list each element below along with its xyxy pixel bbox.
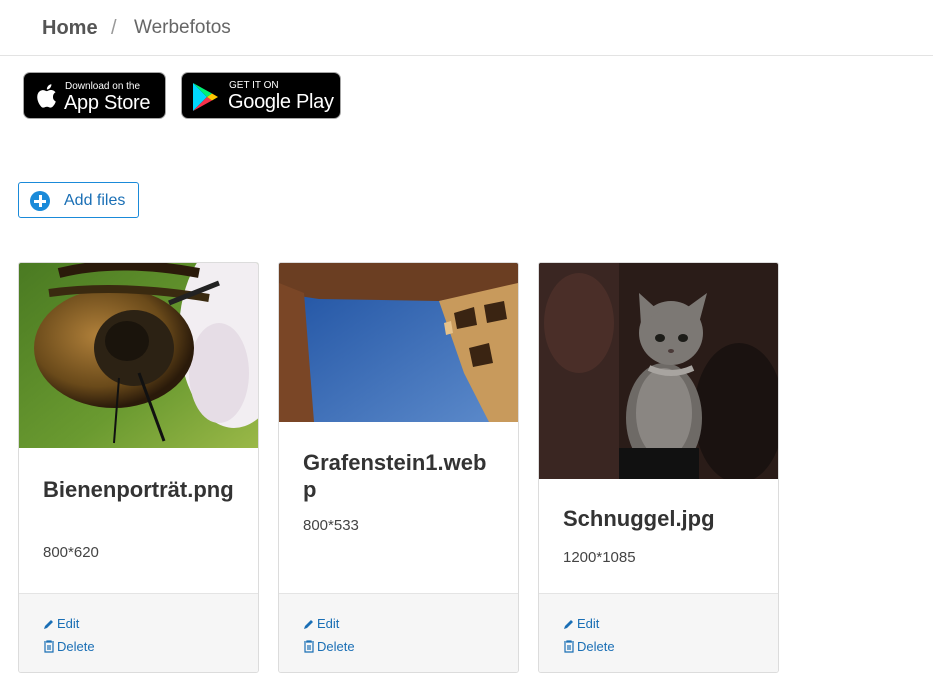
breadcrumb-separator: / [111,17,117,39]
google-play-icon [193,83,218,111]
app-store-badge[interactable]: Download on the App Store [23,72,166,119]
building-photo [279,263,518,422]
edit-label: Edit [57,616,80,631]
add-files-button[interactable]: Add files [18,182,139,218]
card-footer: Edit Delete [539,593,778,672]
pencil-icon [44,620,53,629]
delete-label: Delete [577,639,615,654]
edit-label: Edit [577,616,600,631]
file-card: Grafenstein1.webp 800*533 Edit Delete [278,262,519,673]
apple-icon [37,84,56,108]
file-name: Bienenporträt.png [43,477,234,502]
plus-circle-icon [30,191,50,211]
file-card: Schnuggel.jpg 1200*1085 Edit Delete [538,262,779,673]
google-play-badge[interactable]: GET IT ON Google Play [181,72,341,119]
delete-link[interactable]: Delete [563,639,615,654]
bee-photo [19,263,258,448]
edit-link[interactable]: Edit [303,616,339,631]
edit-link[interactable]: Edit [43,616,79,631]
app-store-line2: App Store [64,92,151,114]
breadcrumb-home-link[interactable]: Home [42,17,98,40]
file-thumbnail[interactable] [279,263,518,422]
trash-icon [44,640,54,653]
edit-link[interactable]: Edit [563,616,599,631]
file-dimensions: 800*533 [303,517,359,534]
kitten-photo [539,263,778,479]
card-footer: Edit Delete [19,593,258,672]
google-play-line1: GET IT ON [229,80,279,91]
edit-label: Edit [317,616,340,631]
breadcrumb: Home / Werbefotos [0,0,933,56]
file-name: Grafenstein1.webp [303,450,487,502]
trash-icon [304,640,314,653]
file-dimensions: 800*620 [43,544,99,561]
app-store-line1: Download on the [65,81,141,92]
delete-link[interactable]: Delete [303,639,355,654]
breadcrumb-current: Werbefotos [134,17,231,38]
file-card: Bienenporträt.png 800*620 Edit Delete [18,262,259,673]
card-footer: Edit Delete [279,593,518,672]
delete-link[interactable]: Delete [43,639,95,654]
add-files-label: Add files [64,192,126,209]
pencil-icon [564,620,573,629]
file-dimensions: 1200*1085 [563,549,636,566]
file-name: Schnuggel.jpg [563,506,715,531]
trash-icon [564,640,574,653]
google-play-line2: Google Play [228,91,334,113]
delete-label: Delete [317,639,355,654]
pencil-icon [304,620,313,629]
delete-label: Delete [57,639,95,654]
file-thumbnail[interactable] [19,263,258,448]
file-thumbnail[interactable] [539,263,778,479]
